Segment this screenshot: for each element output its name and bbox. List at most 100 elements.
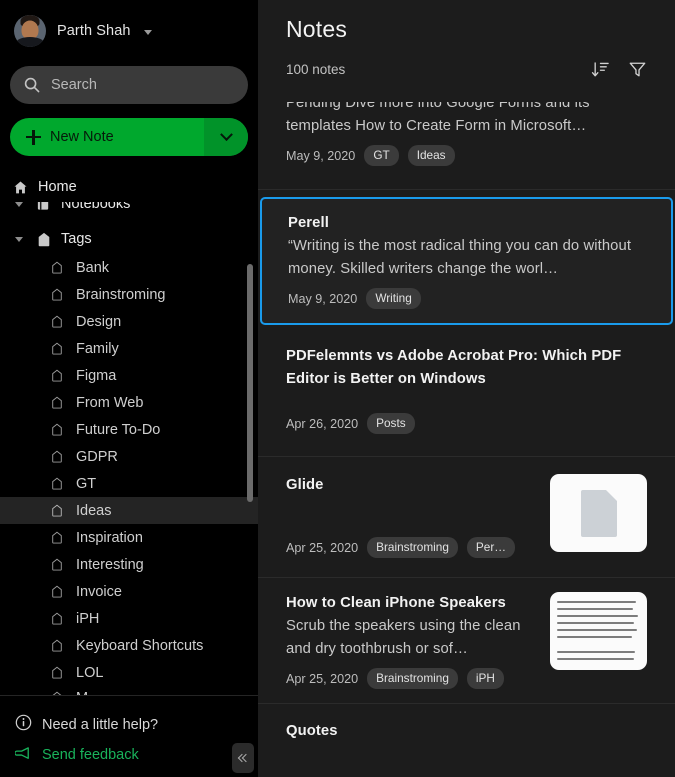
- tag-icon: [48, 585, 65, 598]
- sidebar-tag-figma[interactable]: Figma: [0, 362, 258, 389]
- list-item[interactable]: How to Clean iPhone Speakers Scrub the s…: [258, 578, 675, 704]
- list-item[interactable]: Pending Dive more into Google Forms and …: [258, 102, 675, 190]
- sidebar-item-tags[interactable]: Tags: [0, 224, 258, 254]
- tag-icon: [48, 396, 65, 409]
- note-tag[interactable]: iPH: [466, 668, 504, 689]
- sidebar-tag-design[interactable]: Design: [0, 308, 258, 335]
- plus-icon: [26, 129, 41, 145]
- note-content: Pending Dive more into Google Forms and …: [286, 102, 647, 180]
- tag-icon: [48, 369, 65, 382]
- chevron-down-icon[interactable]: [143, 30, 152, 35]
- note-tag[interactable]: Writing: [366, 288, 421, 309]
- sidebar-tag-family[interactable]: Family: [0, 335, 258, 362]
- sidebar-tag-future-to-do[interactable]: Future To-Do: [0, 416, 258, 443]
- sidebar-tag-label: Design: [76, 313, 122, 330]
- chevron-down-icon[interactable]: [12, 236, 26, 242]
- sidebar-tag-label: GT: [76, 475, 97, 492]
- sidebar-tag-iph[interactable]: iPH: [0, 605, 258, 632]
- list-item[interactable]: PDFelemnts vs Adobe Acrobat Pro: Which P…: [258, 325, 675, 457]
- note-content: Glide Apr 25, 2020 Brainstroming Per…: [286, 457, 647, 577]
- note-meta: Apr 26, 2020 Posts: [286, 413, 647, 434]
- new-note-dropdown-button[interactable]: [204, 118, 248, 156]
- tag-icon: [48, 315, 65, 328]
- sidebar-tag-lol[interactable]: LOL: [0, 659, 258, 686]
- note-tag[interactable]: Per…: [466, 537, 516, 558]
- sidebar-tag-label: LOL: [76, 664, 104, 681]
- sidebar-tag-invoice[interactable]: Invoice: [0, 578, 258, 605]
- document-placeholder-icon: [580, 489, 617, 537]
- sidebar-tag-gt[interactable]: GT: [0, 470, 258, 497]
- filter-funnel-icon[interactable]: [628, 60, 647, 79]
- account-switcher[interactable]: Parth Shah: [0, 0, 258, 62]
- notes-list: Pending Dive more into Google Forms and …: [258, 102, 675, 777]
- sidebar-tag-ideas[interactable]: Ideas: [0, 497, 258, 524]
- double-chevron-left-icon: [237, 753, 251, 763]
- search-icon: [24, 77, 40, 93]
- note-tag[interactable]: Posts: [367, 413, 415, 434]
- sidebar-tag-brainstroming[interactable]: Brainstroming: [0, 281, 258, 308]
- notes-panel: Notes 100 notes Pending Dive more into G…: [258, 0, 675, 777]
- sidebar-nav-scroll: Home Notebooks Tags Bank Brainstroming D…: [0, 172, 258, 695]
- notebook-icon: [35, 202, 52, 212]
- note-tag[interactable]: Brainstroming: [367, 668, 458, 689]
- chevron-right-icon[interactable]: [12, 202, 26, 207]
- list-item-selected[interactable]: Perell “Writing is the most radical thin…: [260, 197, 673, 325]
- note-body: PDFelemnts vs Adobe Acrobat Pro: Which P…: [286, 345, 647, 434]
- sidebar-tag-label: Invoice: [76, 583, 122, 600]
- sidebar-item-notebooks[interactable]: Notebooks: [0, 202, 258, 216]
- sort-descending-icon[interactable]: [591, 60, 610, 79]
- chevron-down-icon: [219, 127, 233, 141]
- sidebar-item-notebooks-clipped: Notebooks: [0, 202, 258, 216]
- send-feedback-button[interactable]: Send feedback: [0, 740, 258, 770]
- new-note-main[interactable]: New Note: [10, 118, 204, 156]
- note-snippet: Scrub the speakers using the clean and d…: [286, 618, 521, 657]
- tag-icon: [48, 691, 65, 695]
- page-title: Notes: [286, 16, 348, 42]
- note-meta: May 9, 2020 GT Ideas: [286, 145, 647, 166]
- sidebar-footer: Need a little help? Send feedback: [0, 695, 258, 777]
- list-item[interactable]: Quotes: [258, 704, 675, 743]
- note-content: Quotes: [286, 704, 647, 743]
- note-tag[interactable]: Brainstroming: [367, 537, 458, 558]
- tag-icon: [48, 477, 65, 490]
- tag-icon: [48, 450, 65, 463]
- sidebar-tag-gdpr[interactable]: GDPR: [0, 443, 258, 470]
- sidebar-tag-interesting[interactable]: Interesting: [0, 551, 258, 578]
- notes-subheader: 100 notes: [286, 60, 647, 79]
- note-body: Pending Dive more into Google Forms and …: [286, 102, 647, 166]
- sidebar-item-label: Tags: [61, 231, 92, 247]
- collapse-sidebar-button[interactable]: [232, 743, 254, 773]
- tag-icon: [48, 288, 65, 301]
- note-title: PDFelemnts vs Adobe Acrobat Pro: Which P…: [286, 348, 622, 387]
- sidebar-item-home[interactable]: Home: [0, 172, 258, 202]
- sidebar-tag-bank[interactable]: Bank: [0, 254, 258, 281]
- tag-icon: [48, 531, 65, 544]
- sidebar-tag-from-web[interactable]: From Web: [0, 389, 258, 416]
- need-help-label: Need a little help?: [42, 717, 159, 733]
- list-item[interactable]: Glide Apr 25, 2020 Brainstroming Per…: [258, 457, 675, 578]
- avatar: [14, 15, 46, 47]
- need-help-button[interactable]: Need a little help?: [0, 710, 258, 740]
- sidebar-scrollbar[interactable]: [247, 264, 253, 502]
- tag-icon: [48, 612, 65, 625]
- sidebar-tag-label: Keyboard Shortcuts: [76, 637, 204, 654]
- notes-header: Notes 100 notes: [258, 0, 675, 79]
- sidebar-tag-label: Brainstroming: [76, 286, 166, 303]
- megaphone-icon: [14, 746, 32, 765]
- search-placeholder: Search: [51, 77, 97, 93]
- note-date: Apr 26, 2020: [286, 416, 359, 431]
- sidebar-tag-label: Inspiration: [76, 529, 143, 546]
- sidebar: Parth Shah Search New Note Home Notebook…: [0, 0, 258, 777]
- sidebar-tag-label: iPH: [76, 610, 100, 627]
- sidebar-tag-label: M: [76, 690, 88, 696]
- note-tag[interactable]: Ideas: [407, 145, 455, 166]
- tag-icon: [48, 261, 65, 274]
- search-input[interactable]: Search: [10, 66, 248, 104]
- note-tag[interactable]: GT: [364, 145, 399, 166]
- tag-icon: [48, 666, 65, 679]
- new-note-button[interactable]: New Note: [10, 118, 248, 156]
- sidebar-tag-inspiration[interactable]: Inspiration: [0, 524, 258, 551]
- sidebar-tag-m[interactable]: M: [0, 686, 258, 695]
- sidebar-tag-keyboard-shortcuts[interactable]: Keyboard Shortcuts: [0, 632, 258, 659]
- note-title: Quotes: [286, 723, 338, 739]
